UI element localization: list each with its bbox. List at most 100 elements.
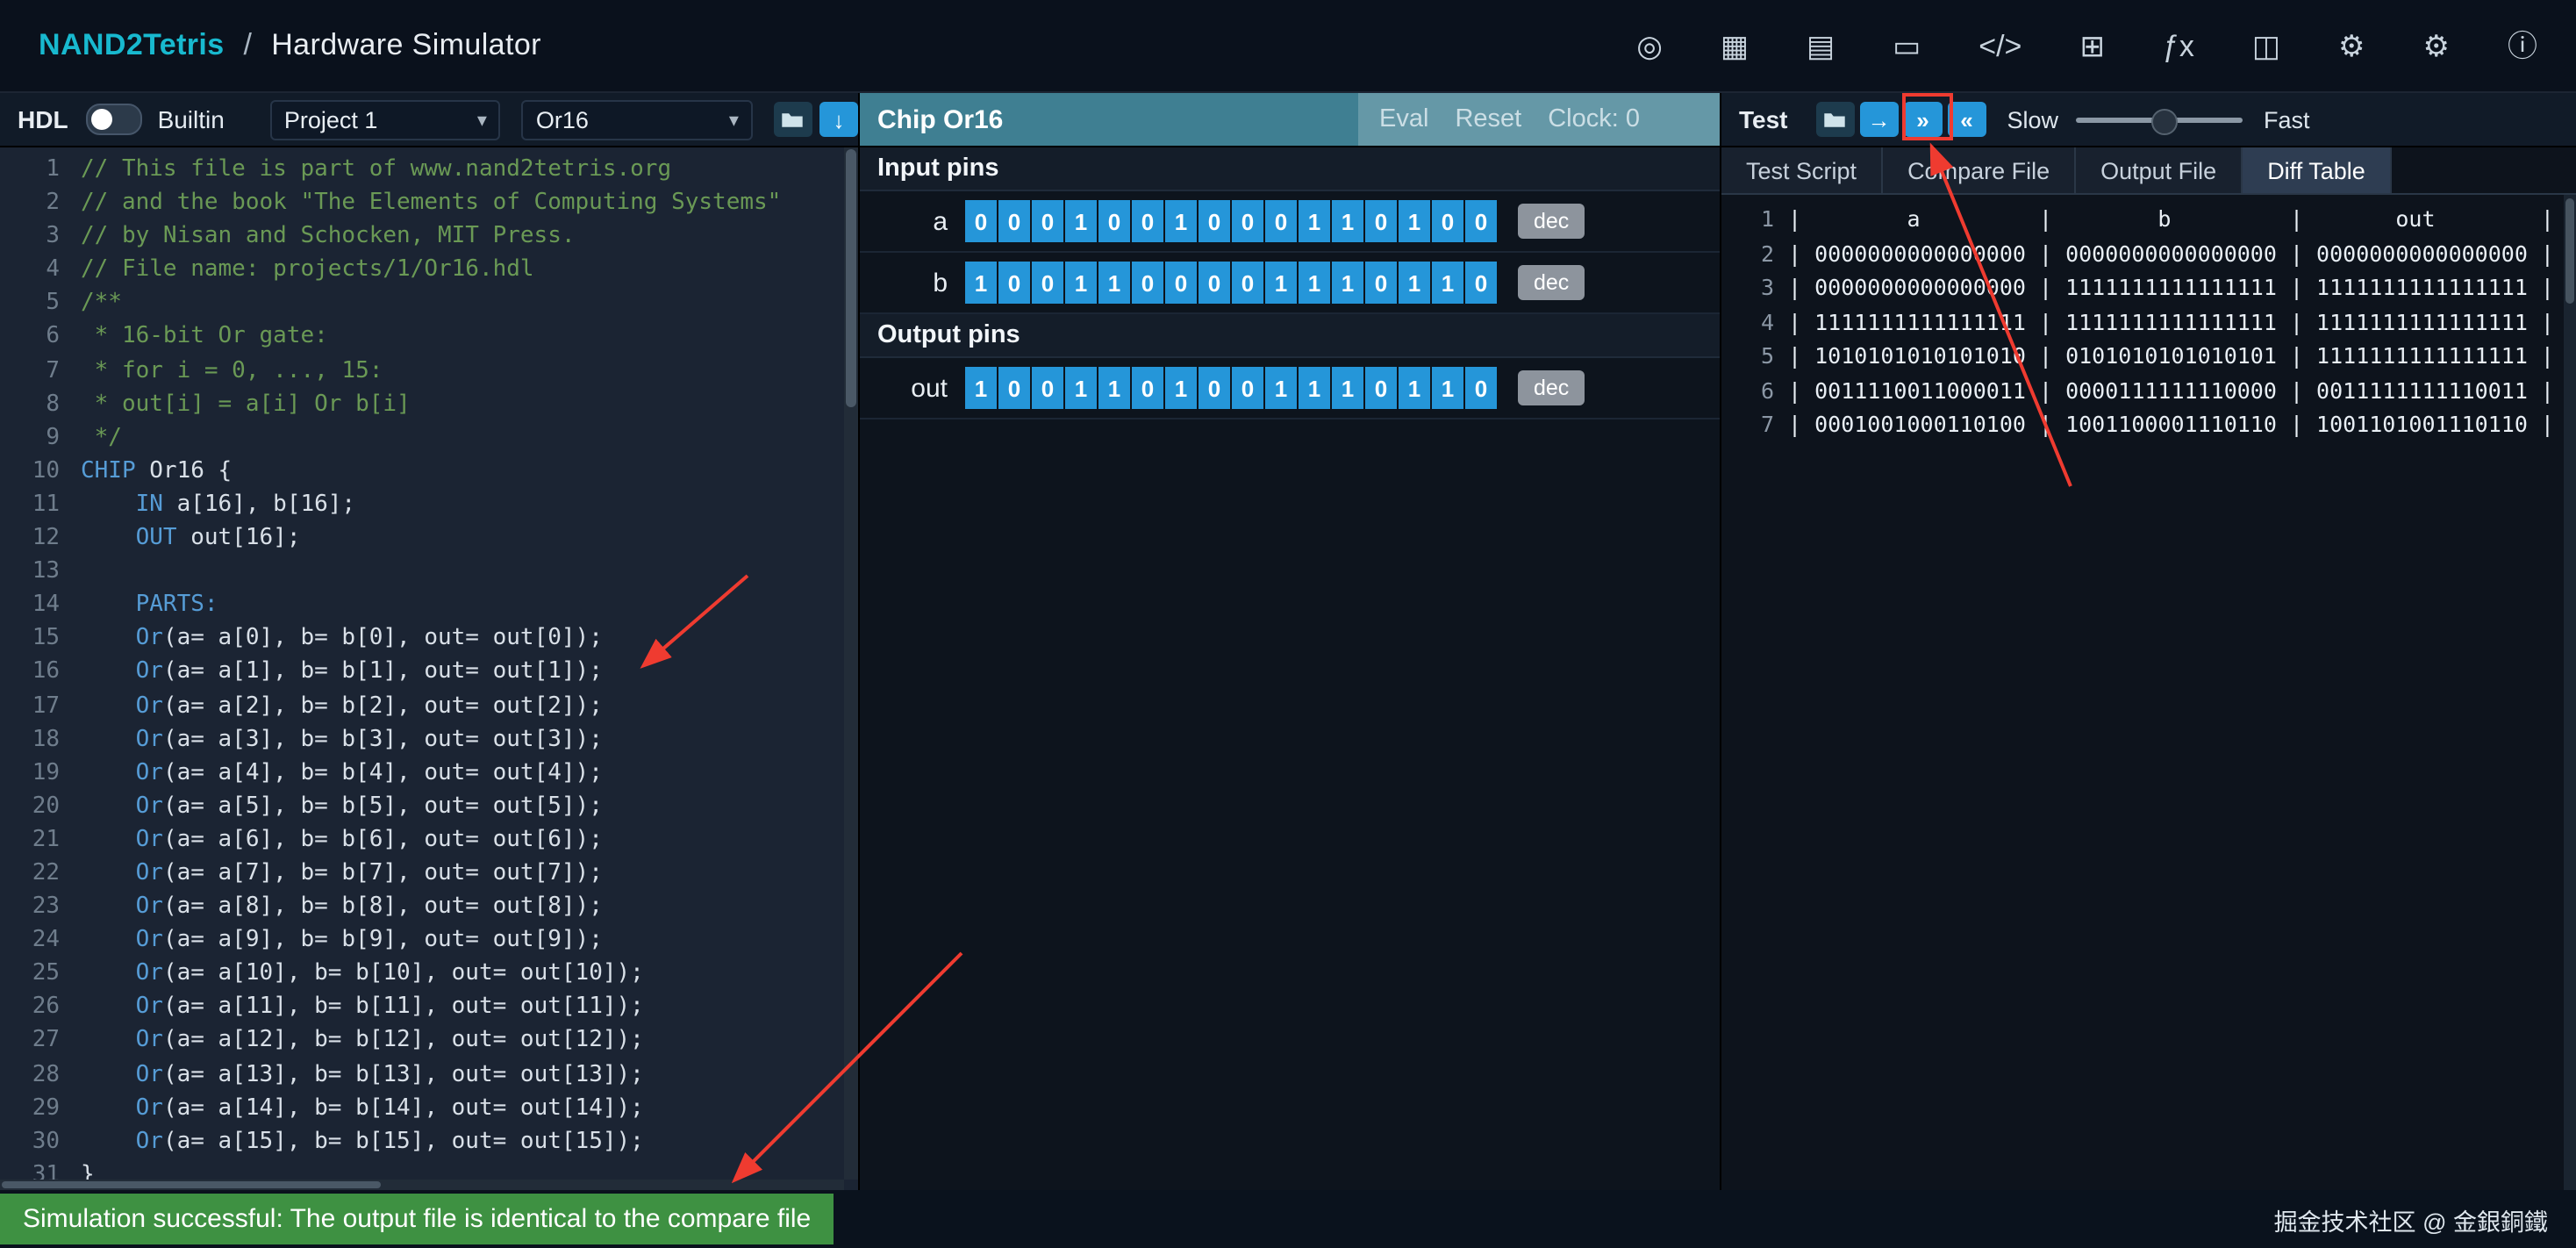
scrollbar-thumb[interactable] (2565, 198, 2574, 304)
bit-cell[interactable]: 0 (1032, 367, 1063, 409)
debug-icon[interactable]: ◎ (1636, 31, 1663, 61)
code-line[interactable]: 25 Or(a= a[10], b= b[10], out= out[10]); (0, 958, 858, 991)
bit-cell[interactable]: 0 (1232, 262, 1263, 304)
bit-cell[interactable]: 1 (1098, 262, 1130, 304)
bit-cell[interactable]: 1 (965, 262, 997, 304)
code-line[interactable]: 12 OUT out[16]; (0, 521, 858, 555)
bit-cell[interactable]: 1 (1332, 262, 1363, 304)
dec-format-button[interactable]: dec (1518, 265, 1585, 300)
bit-cell[interactable]: 1 (1065, 262, 1097, 304)
reset-button[interactable]: Reset (1455, 105, 1521, 133)
code-line[interactable]: 22 Or(a= a[7], b= b[7], out= out[7]); (0, 857, 858, 890)
bit-cell[interactable]: 0 (965, 200, 997, 242)
code-line[interactable]: 19 Or(a= a[4], b= b[4], out= out[4]); (0, 756, 858, 789)
bit-cell[interactable]: 0 (1465, 262, 1497, 304)
chip-icon[interactable]: ▦ (1721, 31, 1749, 61)
open-folder-button[interactable] (774, 102, 812, 137)
bit-cell[interactable]: 0 (1098, 200, 1130, 242)
code-line[interactable]: 24 Or(a= a[9], b= b[9], out= out[9]); (0, 923, 858, 957)
open-test-file-button[interactable] (1816, 102, 1855, 137)
tab-diff-table[interactable]: Diff Table (2243, 147, 2392, 193)
bit-cell[interactable]: 0 (1199, 367, 1230, 409)
eval-button[interactable]: Eval (1379, 105, 1428, 133)
code-line[interactable]: 5/** (0, 287, 858, 320)
step-forward-button[interactable]: → (1860, 102, 1899, 137)
bit-cell[interactable]: 1 (1265, 262, 1297, 304)
tab-test-script[interactable]: Test Script (1721, 147, 1883, 193)
brand-logo[interactable]: NAND2Tetris (39, 28, 225, 61)
bit-cell[interactable]: 1 (1432, 367, 1463, 409)
tab-output-file[interactable]: Output File (2076, 147, 2243, 193)
bit-cell[interactable]: 0 (1432, 200, 1463, 242)
bit-cell[interactable]: 0 (1199, 262, 1230, 304)
bit-cell[interactable]: 1 (965, 367, 997, 409)
code-line[interactable]: 21 Or(a= a[6], b= b[6], out= out[6]); (0, 823, 858, 857)
code-line[interactable]: 4// File name: projects/1/Or16.hdl (0, 254, 858, 287)
fast-forward-button[interactable]: » (1904, 102, 1943, 137)
bit-cell[interactable]: 0 (998, 367, 1030, 409)
bit-cell[interactable]: 0 (1365, 367, 1397, 409)
bit-cell[interactable]: 1 (1399, 367, 1430, 409)
tab-compare-file[interactable]: Compare File (1883, 147, 2076, 193)
builtin-toggle[interactable] (86, 104, 142, 135)
bit-cell[interactable]: 0 (1365, 262, 1397, 304)
diff-table-row[interactable]: 1| a | b | out | (1721, 202, 2576, 236)
bit-cell[interactable]: 0 (1032, 262, 1063, 304)
code-line[interactable]: 16 Or(a= a[1], b= b[1], out= out[1]); (0, 656, 858, 689)
memory-icon[interactable]: ▤ (1807, 31, 1835, 61)
code-line[interactable]: 2// and the book "The Elements of Comput… (0, 186, 858, 219)
editor-horizontal-scrollbar[interactable] (0, 1180, 844, 1190)
scrollbar-thumb[interactable] (846, 149, 856, 407)
code-line[interactable]: 20 Or(a= a[5], b= b[5], out= out[5]); (0, 790, 858, 823)
code-line[interactable]: 27 Or(a= a[12], b= b[12], out= out[12]); (0, 1024, 858, 1058)
bit-cell[interactable]: 1 (1098, 367, 1130, 409)
bit-cell[interactable]: 1 (1065, 200, 1097, 242)
diff-table-row[interactable]: 6| 0011110011000011 | 0000111111110000 |… (1721, 373, 2576, 407)
bit-cell[interactable]: 1 (1299, 367, 1330, 409)
code-line[interactable]: 14 PARTS: (0, 588, 858, 621)
bit-cell[interactable]: 1 (1299, 262, 1330, 304)
bit-cell[interactable]: 0 (1232, 367, 1263, 409)
bit-cell[interactable]: 1 (1399, 262, 1430, 304)
code-line[interactable]: 8 * out[i] = a[i] Or b[i] (0, 387, 858, 420)
bit-cell[interactable]: 0 (1132, 367, 1163, 409)
code-icon[interactable]: </> (1979, 31, 2021, 61)
bit-cell[interactable]: 1 (1299, 200, 1330, 242)
function-icon[interactable]: ƒx (2163, 31, 2194, 61)
code-line[interactable]: 29 Or(a= a[14], b= b[14], out= out[14]); (0, 1091, 858, 1124)
gear-icon[interactable]: ⚙ (2338, 31, 2365, 61)
bit-cell[interactable]: 1 (1265, 367, 1297, 409)
hdl-editor[interactable]: 1// This file is part of www.nand2tetris… (0, 147, 858, 1190)
code-line[interactable]: 28 Or(a= a[13], b= b[13], out= out[13]); (0, 1058, 858, 1091)
diff-table-row[interactable]: 3| 0000000000000000 | 1111111111111111 |… (1721, 270, 2576, 305)
code-line[interactable]: 11 IN a[16], b[16]; (0, 488, 858, 521)
bit-cell[interactable]: 1 (1165, 200, 1197, 242)
bit-cell[interactable]: 1 (1399, 200, 1430, 242)
diff-table-row[interactable]: 4| 1111111111111111 | 1111111111111111 |… (1721, 305, 2576, 339)
diff-table-row[interactable]: 5| 1010101010101010 | 0101010101010101 |… (1721, 339, 2576, 373)
rewind-button[interactable]: « (1948, 102, 1986, 137)
speed-slider[interactable] (2076, 107, 2243, 132)
dec-format-button[interactable]: dec (1518, 204, 1585, 239)
code-line[interactable]: 10CHIP Or16 { (0, 455, 858, 488)
project-select[interactable]: Project 1 ▾ (270, 99, 501, 140)
slider-knob[interactable] (2151, 108, 2178, 134)
code-line[interactable]: 18 Or(a= a[3], b= b[3], out= out[3]); (0, 722, 858, 756)
bit-cell[interactable]: 0 (1465, 367, 1497, 409)
bit-cell[interactable]: 0 (1165, 262, 1197, 304)
bit-cell[interactable]: 1 (1332, 367, 1363, 409)
bit-cell[interactable]: 0 (998, 262, 1030, 304)
code-line[interactable]: 13 (0, 555, 858, 588)
dec-format-button[interactable]: dec (1518, 370, 1585, 405)
bit-cell[interactable]: 1 (1332, 200, 1363, 242)
code-line[interactable]: 26 Or(a= a[11], b= b[11], out= out[11]); (0, 991, 858, 1024)
bit-cell[interactable]: 1 (1432, 262, 1463, 304)
bit-cell[interactable]: 1 (1065, 367, 1097, 409)
code-line[interactable]: 6 * 16-bit Or gate: (0, 320, 858, 354)
code-line[interactable]: 7 * for i = 0, ..., 15: (0, 354, 858, 387)
settings-icon[interactable]: ⚙ (2423, 31, 2451, 61)
diff-table-row[interactable]: 2| 0000000000000000 | 0000000000000000 |… (1721, 236, 2576, 270)
editor-vertical-scrollbar[interactable] (844, 147, 858, 1180)
download-hdl-button[interactable]: ↓ (819, 102, 858, 137)
bit-cell[interactable]: 0 (1365, 200, 1397, 242)
